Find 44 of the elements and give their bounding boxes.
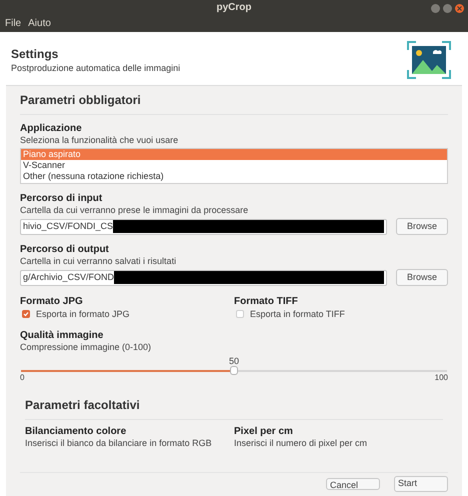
checkbox-label: Esporta in formato JPG: [36, 308, 130, 320]
field-hint: Compressione immagine (0-100): [20, 342, 152, 353]
close-button[interactable]: [455, 4, 464, 12]
slider-min: 0: [20, 373, 24, 383]
path-field[interactable]: hivio_CSV/FONDI_CS: [20, 218, 387, 234]
field-hint: Inserisci il numero di pixel per cm: [234, 438, 368, 449]
path-field[interactable]: g/Archivio_CSV/FOND: [20, 270, 387, 286]
header-subtitle: Postproduzione automatica delle immagini: [11, 62, 180, 74]
checkbox-label: Esporta in formato TIFF: [250, 308, 345, 320]
field-label: Formato JPG: [20, 296, 84, 308]
dialog-button[interactable]: Cancel: [326, 478, 380, 490]
slider-max: 100: [434, 373, 448, 383]
checkbox[interactable]: [236, 310, 244, 318]
field-value: hivio_CSV/FONDI_CS: [23, 221, 114, 232]
checkbox[interactable]: [22, 310, 30, 318]
list-item[interactable]: V-Scanner: [21, 160, 447, 171]
image-icon: [407, 41, 451, 79]
field-label: Applicazione: [20, 123, 83, 135]
menu-item[interactable]: Aiuto: [28, 16, 51, 32]
browse-button[interactable]: Browse: [396, 218, 448, 235]
slider-value: 50: [229, 356, 239, 366]
header-title: Settings: [11, 46, 60, 62]
window-title: pyCrop: [216, 1, 252, 15]
section-title: Parametri obbligatori: [20, 86, 448, 115]
minimize-button[interactable]: [431, 4, 440, 12]
field-hint: Inserisci il bianco da bilanciare in formato RGB: [25, 438, 213, 449]
browse-button[interactable]: Browse: [396, 269, 448, 286]
field-label: Pixel per cm: [234, 426, 294, 438]
application-list[interactable]: Piano aspirato V-Scanner Other (nessuna rotazione richiesta): [20, 148, 448, 184]
field-hint: Cartella da cui verranno prese le immagini da processare: [20, 205, 250, 216]
field-label: Percorso di input: [20, 193, 104, 205]
field-label: Bilanciamento colore: [25, 426, 128, 438]
field-hint: Seleziona la funzionalità che vuoi usare: [20, 135, 180, 146]
list-item[interactable]: Other (nessuna rotazione richiesta): [21, 171, 447, 182]
dialog-button[interactable]: Start: [394, 476, 448, 492]
field-label: Percorso di output: [20, 244, 110, 256]
field-label: Formato TIFF: [234, 296, 299, 308]
slider-thumb[interactable]: [230, 366, 238, 375]
field-value: g/Archivio_CSV/FOND: [23, 272, 114, 283]
field-hint: Cartella in cui verranno salvati i risultati: [20, 256, 178, 267]
section-title: Parametri facoltativi: [25, 396, 443, 420]
maximize-button[interactable]: [443, 4, 452, 12]
field-label: Qualità immagine: [20, 330, 104, 342]
menu-item[interactable]: File: [5, 16, 22, 32]
